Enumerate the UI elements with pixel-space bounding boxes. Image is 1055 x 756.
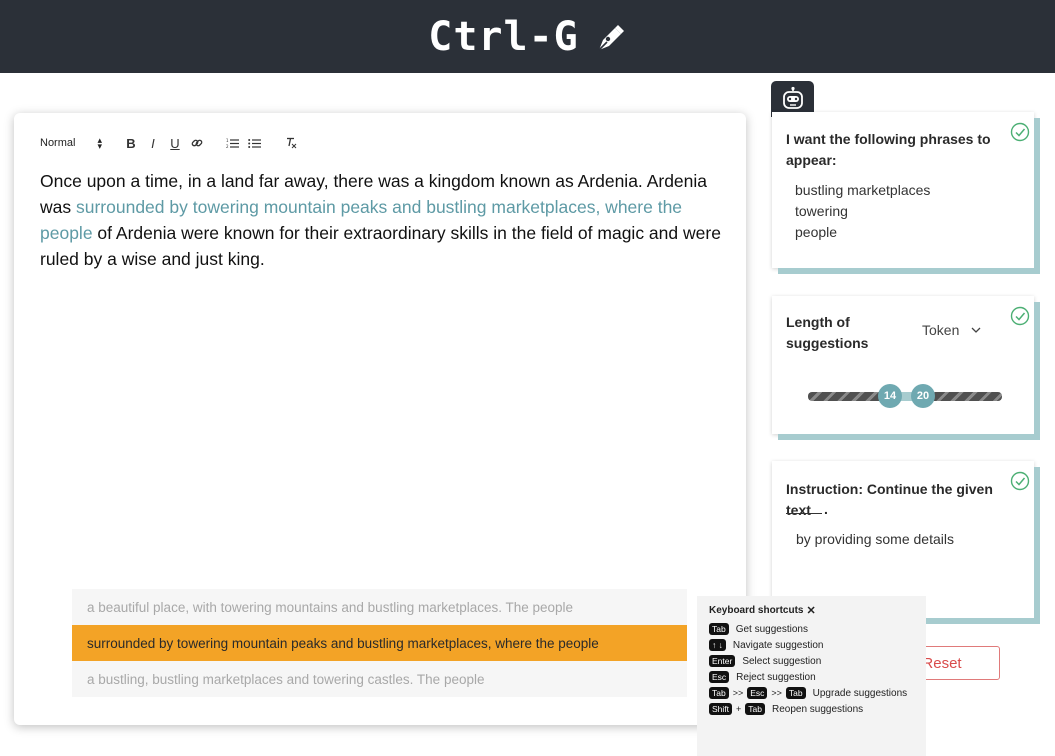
phrase-item: towering	[795, 203, 848, 219]
length-panel: Length of suggestions Token 14 20	[772, 296, 1034, 434]
ordered-list-icon: 1 2	[226, 138, 240, 149]
key-badge: Tab	[785, 687, 806, 699]
shortcut-separator: >>	[732, 688, 744, 698]
shortcut-label: Upgrade suggestions	[812, 687, 908, 699]
check-circle-icon	[1010, 306, 1030, 326]
key-badge: Esc	[709, 671, 730, 683]
suggestion-item[interactable]: a beautiful place, with towering mountai…	[72, 589, 687, 625]
phrase-list[interactable]: bustling marketplaces towering people	[795, 180, 930, 243]
svg-text:1: 1	[226, 138, 229, 143]
shortcut-row: ↑ ↓ Navigate suggestion	[709, 637, 926, 653]
arrow-up-icon: ↑	[712, 640, 717, 650]
shortcut-row: Tab >> Esc >> Tab Upgrade suggestions	[709, 685, 926, 701]
key-badge: Enter	[709, 655, 736, 667]
instruction-blank: .	[786, 501, 828, 517]
shortcut-row: Tab Get suggestions	[709, 621, 926, 637]
suggestion-item-selected[interactable]: surrounded by towering mountain peaks an…	[72, 625, 687, 661]
arrow-down-icon: ↓	[718, 640, 723, 650]
slider-max-handle[interactable]: 20	[911, 384, 935, 408]
length-panel-title: Length of suggestions	[786, 314, 869, 351]
app-title: Ctrl-G	[428, 13, 579, 60]
bullet-list-button[interactable]	[244, 134, 266, 152]
key-badge: Tab	[709, 623, 729, 635]
shortcut-label: Reject suggestion	[736, 671, 816, 683]
shortcuts-title: Keyboard shortcuts ✕	[709, 604, 926, 617]
blank-line	[786, 513, 822, 514]
slider-min-handle[interactable]: 14	[878, 384, 902, 408]
ordered-list-button[interactable]: 1 2	[222, 134, 244, 152]
robot-icon	[782, 86, 803, 109]
clear-format-icon	[286, 137, 297, 149]
instruction-text[interactable]: by providing some details	[796, 531, 954, 547]
instruction-panel: Instruction: Continue the given text . b…	[772, 461, 1034, 618]
editor-card: Normal ▴ ▾ B I U 1 2 Once upon a time, i…	[14, 113, 746, 725]
svg-text:2: 2	[226, 144, 229, 149]
key-badge: Esc	[747, 687, 768, 699]
check-circle-icon	[1010, 471, 1030, 491]
chevron-down-icon	[971, 327, 981, 333]
suggestion-item[interactable]: a bustling, bustling marketplaces and to…	[72, 661, 687, 697]
shortcut-label: Select suggestion	[742, 655, 822, 667]
editor-text-after: of Ardenia were known for their extraord…	[40, 223, 721, 269]
italic-button[interactable]: I	[142, 134, 164, 152]
key-badge: Tab	[745, 703, 765, 715]
shortcut-row: Shift + Tab Reopen suggestions	[709, 701, 926, 717]
phrase-item: people	[795, 224, 838, 240]
pen-icon	[598, 24, 624, 51]
check-circle-icon	[1010, 122, 1030, 142]
instruction-blank-suffix: .	[824, 501, 828, 517]
shortcut-label: Navigate suggestion	[732, 639, 824, 651]
key-badge: Shift	[709, 703, 733, 715]
format-select-value: Normal	[40, 137, 76, 149]
bold-button[interactable]: B	[120, 134, 142, 152]
shortcut-row: Esc Reject suggestion	[709, 669, 926, 685]
link-icon	[191, 139, 203, 147]
phrase-item: bustling marketplaces	[795, 182, 931, 198]
keyboard-shortcuts-panel: Keyboard shortcuts ✕ Tab Get suggestions…	[697, 596, 926, 756]
shortcut-label: Reopen suggestions	[772, 703, 864, 715]
length-unit-select[interactable]: Token	[922, 322, 981, 338]
key-badge: Tab	[709, 687, 729, 699]
close-icon[interactable]: ✕	[806, 604, 815, 617]
format-select[interactable]: Normal ▴ ▾	[40, 135, 102, 151]
clear-format-button[interactable]	[280, 134, 302, 152]
shortcut-separator: >>	[771, 688, 782, 698]
underline-button[interactable]: U	[164, 134, 186, 152]
phrases-panel: I want the following phrases to appear: …	[772, 112, 1034, 268]
app-header: Ctrl-G	[0, 0, 1055, 73]
bullet-list-icon	[248, 138, 262, 148]
shortcuts-title-text: Keyboard shortcuts	[709, 605, 804, 616]
length-range-slider[interactable]: 14 20	[808, 384, 1002, 408]
shortcut-label: Get suggestions	[735, 623, 808, 635]
shortcut-row: Enter Select suggestion	[709, 653, 926, 669]
suggestion-list: a beautiful place, with towering mountai…	[72, 589, 687, 697]
select-arrows-icon: ▴ ▾	[97, 135, 102, 151]
key-badge: ↑ ↓	[709, 639, 726, 651]
brand: Ctrl-G	[428, 14, 627, 60]
editor-toolbar: Normal ▴ ▾ B I U 1 2	[40, 133, 302, 153]
length-unit-value: Token	[922, 322, 960, 338]
editor-content[interactable]: Once upon a time, in a land far away, th…	[40, 168, 730, 272]
shortcut-separator: +	[736, 704, 742, 714]
link-button[interactable]	[186, 134, 208, 152]
phrases-panel-title: I want the following phrases to appear:	[786, 131, 991, 168]
